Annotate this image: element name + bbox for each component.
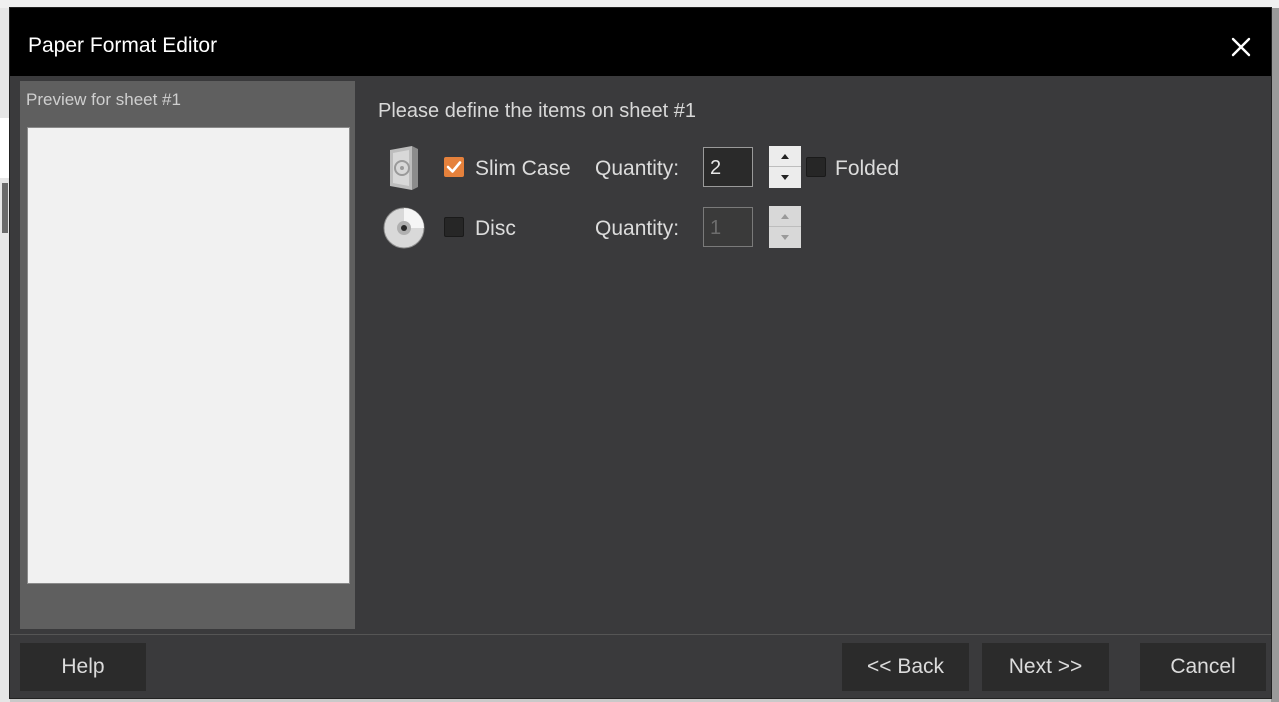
next-button[interactable]: Next >> <box>982 643 1109 691</box>
disc-quantity-label: Quantity: <box>595 217 680 240</box>
backdrop-mark <box>2 183 8 233</box>
backdrop-mark <box>0 118 10 178</box>
slim-case-quantity-down-button[interactable] <box>769 167 801 188</box>
slim-case-quantity-label: Quantity: <box>595 157 680 180</box>
paper-format-editor-dialog: Paper Format Editor Preview for sheet #1… <box>10 8 1271 698</box>
instruction-text: Please define the items on sheet #1 <box>378 100 696 122</box>
disc-icon <box>383 207 425 249</box>
slim-case-label: Slim Case <box>475 157 571 180</box>
slim-case-checkbox[interactable] <box>444 157 464 177</box>
disc-quantity-spinner <box>769 206 801 248</box>
disc-checkbox[interactable] <box>444 217 464 237</box>
arrow-up-icon <box>781 153 789 159</box>
disc-label: Disc <box>475 217 516 240</box>
help-button[interactable]: Help <box>20 643 146 691</box>
slim-case-quantity-up-button[interactable] <box>769 146 801 167</box>
disc-quantity-up-button <box>769 206 801 227</box>
disc-row: Disc Quantity: 1 <box>382 204 942 252</box>
backdrop-right <box>1271 8 1279 702</box>
footer-divider <box>10 634 1271 635</box>
close-icon <box>1231 37 1251 57</box>
preview-panel: Preview for sheet #1 <box>20 81 355 629</box>
disc-quantity-input: 1 <box>703 207 753 247</box>
sheet-preview <box>27 127 350 584</box>
slim-case-quantity-spinner <box>769 146 801 188</box>
slim-case-quantity-input[interactable]: 2 <box>703 147 753 187</box>
backdrop-top <box>0 0 1279 8</box>
backdrop-left <box>0 8 10 702</box>
checkmark-icon <box>446 161 462 173</box>
cancel-button[interactable]: Cancel <box>1140 643 1266 691</box>
preview-label: Preview for sheet #1 <box>26 90 181 109</box>
slim-case-icon <box>390 146 418 190</box>
back-button[interactable]: << Back <box>842 643 969 691</box>
disc-quantity-down-button <box>769 227 801 248</box>
close-button[interactable] <box>1223 30 1259 64</box>
arrow-down-icon <box>781 175 789 180</box>
slim-case-row: Slim Case Quantity: 2 Folded <box>382 144 942 192</box>
arrow-up-icon <box>781 213 789 219</box>
folded-label: Folded <box>835 157 900 180</box>
title-bar: Paper Format Editor <box>10 8 1271 76</box>
folded-checkbox[interactable] <box>806 157 826 177</box>
dialog-title: Paper Format Editor <box>28 34 218 57</box>
arrow-down-icon <box>781 235 789 240</box>
